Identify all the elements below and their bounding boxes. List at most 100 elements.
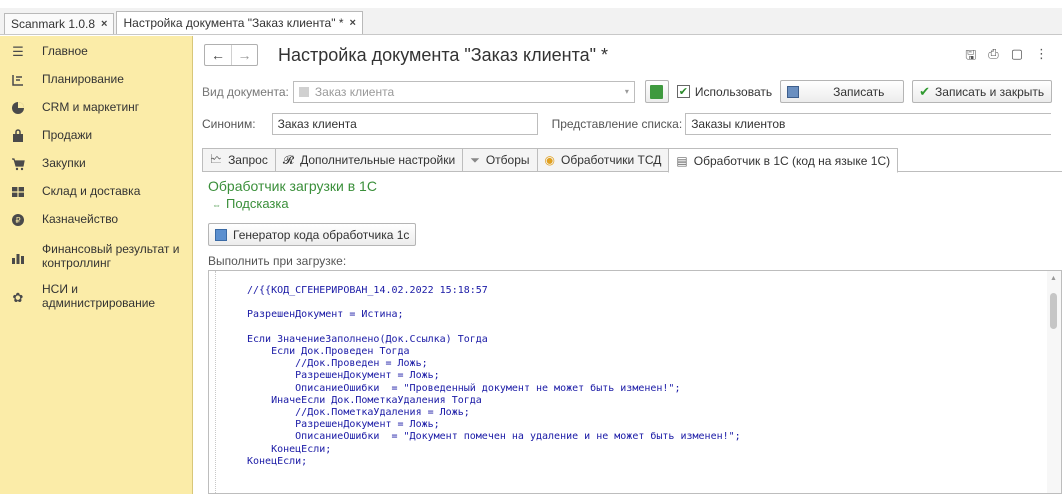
tab-label: Запрос (228, 153, 268, 167)
query-icon: 🗠 (210, 151, 223, 166)
svg-text:₽: ₽ (15, 216, 20, 225)
close-icon[interactable]: × (101, 18, 107, 30)
page-title: Настройка документа "Заказ клиента" * (278, 44, 609, 65)
sidebar-item-sales[interactable]: Продажи (0, 128, 192, 152)
main-area: ← → Настройка документа "Заказ клиента" … (194, 36, 1062, 494)
wrench-icon: 𝓡 (282, 152, 295, 167)
sidebar-item-crm[interactable]: CRM и маркетинг (0, 100, 192, 124)
sidebar-item-main[interactable]: ☰ Главное (0, 44, 192, 68)
window-tab-document-settings[interactable]: Настройка документа "Заказ клиента" * × (116, 11, 363, 34)
list-repr-field[interactable]: Заказы клиентов (685, 113, 1052, 135)
sidebar-item-planning[interactable]: Планирование (0, 72, 192, 96)
tab-label: Обработчик в 1С (код на языке 1С) (693, 153, 891, 168)
save-label: Записать (833, 84, 885, 99)
list-repr-value: Заказы клиентов (691, 117, 786, 131)
link-icon: ⇔ (212, 200, 221, 210)
use-checkbox[interactable]: ✔ Использовать (676, 84, 773, 99)
crm-pie-icon (10, 100, 26, 116)
sidebar-item-label: Закупки (42, 156, 86, 170)
tab-label: Отборы (485, 153, 530, 167)
close-icon[interactable]: × (350, 17, 356, 29)
tab-label: Дополнительные настройки (300, 153, 456, 167)
document-lines-icon: ▤ (676, 153, 688, 168)
floppy-icon (787, 85, 800, 98)
menu-lines-icon: ☰ (12, 44, 24, 59)
hint-label: Подсказка (226, 196, 289, 211)
more-menu-icon[interactable]: ⋮ (1035, 46, 1048, 68)
header-tools: 🖫 ⎙ ▢ ⋮ (965, 46, 1048, 68)
save-disk-icon[interactable]: 🖫 (965, 46, 976, 68)
tab-1c-handler[interactable]: ▤ Обработчик в 1С (код на языке 1С) (668, 148, 899, 173)
scrollbar-thumb[interactable] (1050, 293, 1057, 329)
synonym-field[interactable]: Заказ клиента (271, 113, 538, 135)
back-arrow-icon[interactable]: ← (205, 45, 231, 65)
cart-icon (10, 156, 26, 172)
form-header: ← → Настройка документа "Заказ клиента" … (204, 42, 608, 68)
exec-label: Выполнить при загрузке: (208, 254, 347, 268)
warehouse-icon (10, 184, 26, 200)
sidebar-item-purchases[interactable]: Закупки (0, 156, 192, 180)
sidebar-item-label: Планирование (42, 72, 124, 86)
editor-gutter (215, 271, 216, 493)
save-close-label: Записать и закрыть (935, 84, 1045, 99)
filter-icon: ⏷ (470, 152, 480, 167)
code-text[interactable]: //{{КОД_СГЕНЕРИРОВАН_14.02.2022 15:18:57… (247, 285, 741, 468)
code-generator-button[interactable]: Генератор кода обработчика 1с (208, 223, 417, 246)
synonym-label: Синоним: (202, 117, 256, 131)
chevron-down-icon[interactable]: ▾ (625, 87, 629, 96)
synonym-value: Заказ клиента (277, 117, 357, 131)
generator-icon (215, 228, 227, 241)
tab-additional-settings[interactable]: 𝓡 Дополнительные настройки (274, 148, 463, 172)
tab-tsd-handlers[interactable]: ◉ Обработчики ТСД (536, 148, 669, 172)
vertical-scrollbar[interactable]: ▲ (1047, 271, 1061, 493)
print-icon[interactable]: ⎙ (988, 46, 998, 68)
sidebar-item-label: Казначейство (42, 212, 119, 226)
sidebar-item-warehouse[interactable]: Склад и доставка (0, 184, 192, 208)
handler-icon: ◉ (544, 153, 555, 167)
doc-type-value: Заказ клиента (314, 84, 395, 99)
export-icon (650, 84, 664, 99)
sidebar-item-label: Продажи (42, 128, 93, 142)
doc-type-label: Вид документа: (202, 84, 289, 99)
form-tabs: 🗠 Запрос 𝓡 Дополнительные настройки ⏷ От… (202, 148, 1062, 173)
nav-buttons: ← → (204, 44, 258, 66)
sidebar-item-label: Финансовый результат и контроллинг (42, 242, 180, 270)
sidebar-item-treasury[interactable]: ₽ Казначейство (0, 212, 192, 236)
preview-icon[interactable]: ▢ (1011, 46, 1023, 68)
forward-arrow-icon[interactable]: → (231, 45, 257, 65)
top-strip (0, 0, 1062, 8)
generator-label: Генератор кода обработчика 1с (233, 227, 410, 242)
sidebar-item-label: Склад и доставка (42, 184, 141, 198)
tab-filters[interactable]: ⏷ Отборы (462, 148, 537, 172)
gear-icon: ✿ (12, 290, 24, 305)
doc-type-row: Вид документа: Заказ клиента ▾ ✔ Использ… (202, 80, 1053, 103)
synonym-row: Синоним: Заказ клиента Представление спи… (202, 113, 1052, 135)
sidebar-item-finance[interactable]: Финансовый результат и контроллинг (0, 242, 192, 274)
coin-icon: ₽ (10, 212, 26, 228)
use-label: Использовать (694, 84, 773, 99)
sidebar-item-label: Главное (42, 44, 88, 58)
sidebar-item-admin[interactable]: ✿ НСИ и администрирование (0, 282, 192, 314)
code-editor[interactable]: //{{КОД_СГЕНЕРИРОВАН_14.02.2022 15:18:57… (208, 270, 1062, 494)
bar-chart-icon (10, 250, 26, 266)
window-tab-label: Настройка документа "Заказ клиента" * (123, 16, 344, 30)
check-icon: ✔ (919, 83, 931, 99)
scroll-up-icon[interactable]: ▲ (1050, 275, 1057, 282)
handler-title: Обработчик загрузки в 1С (208, 178, 377, 194)
export-button[interactable] (644, 80, 669, 103)
checkbox-checked-icon[interactable]: ✔ (676, 85, 690, 98)
bag-icon (10, 128, 26, 144)
save-button[interactable]: Записать (780, 80, 905, 103)
window-tab-bar: Scanmark 1.0.8 × Настройка документа "За… (0, 8, 1062, 35)
window-tab-scanmark[interactable]: Scanmark 1.0.8 × (4, 13, 115, 34)
tab-query[interactable]: 🗠 Запрос (202, 148, 275, 172)
hint-link[interactable]: ⇔ Подсказка (212, 196, 289, 211)
tab-label: Обработчики ТСД (560, 153, 662, 167)
doc-icon (298, 86, 309, 97)
save-close-button[interactable]: ✔ Записать и закрыть (912, 80, 1053, 103)
sidebar: ☰ Главное Планирование CRM и маркетинг П… (0, 36, 193, 494)
list-repr-label: Представление списка: (551, 117, 683, 131)
planning-icon (10, 72, 26, 88)
window-tab-label: Scanmark 1.0.8 (11, 17, 96, 31)
doc-type-field[interactable]: Заказ клиента ▾ (292, 80, 635, 103)
